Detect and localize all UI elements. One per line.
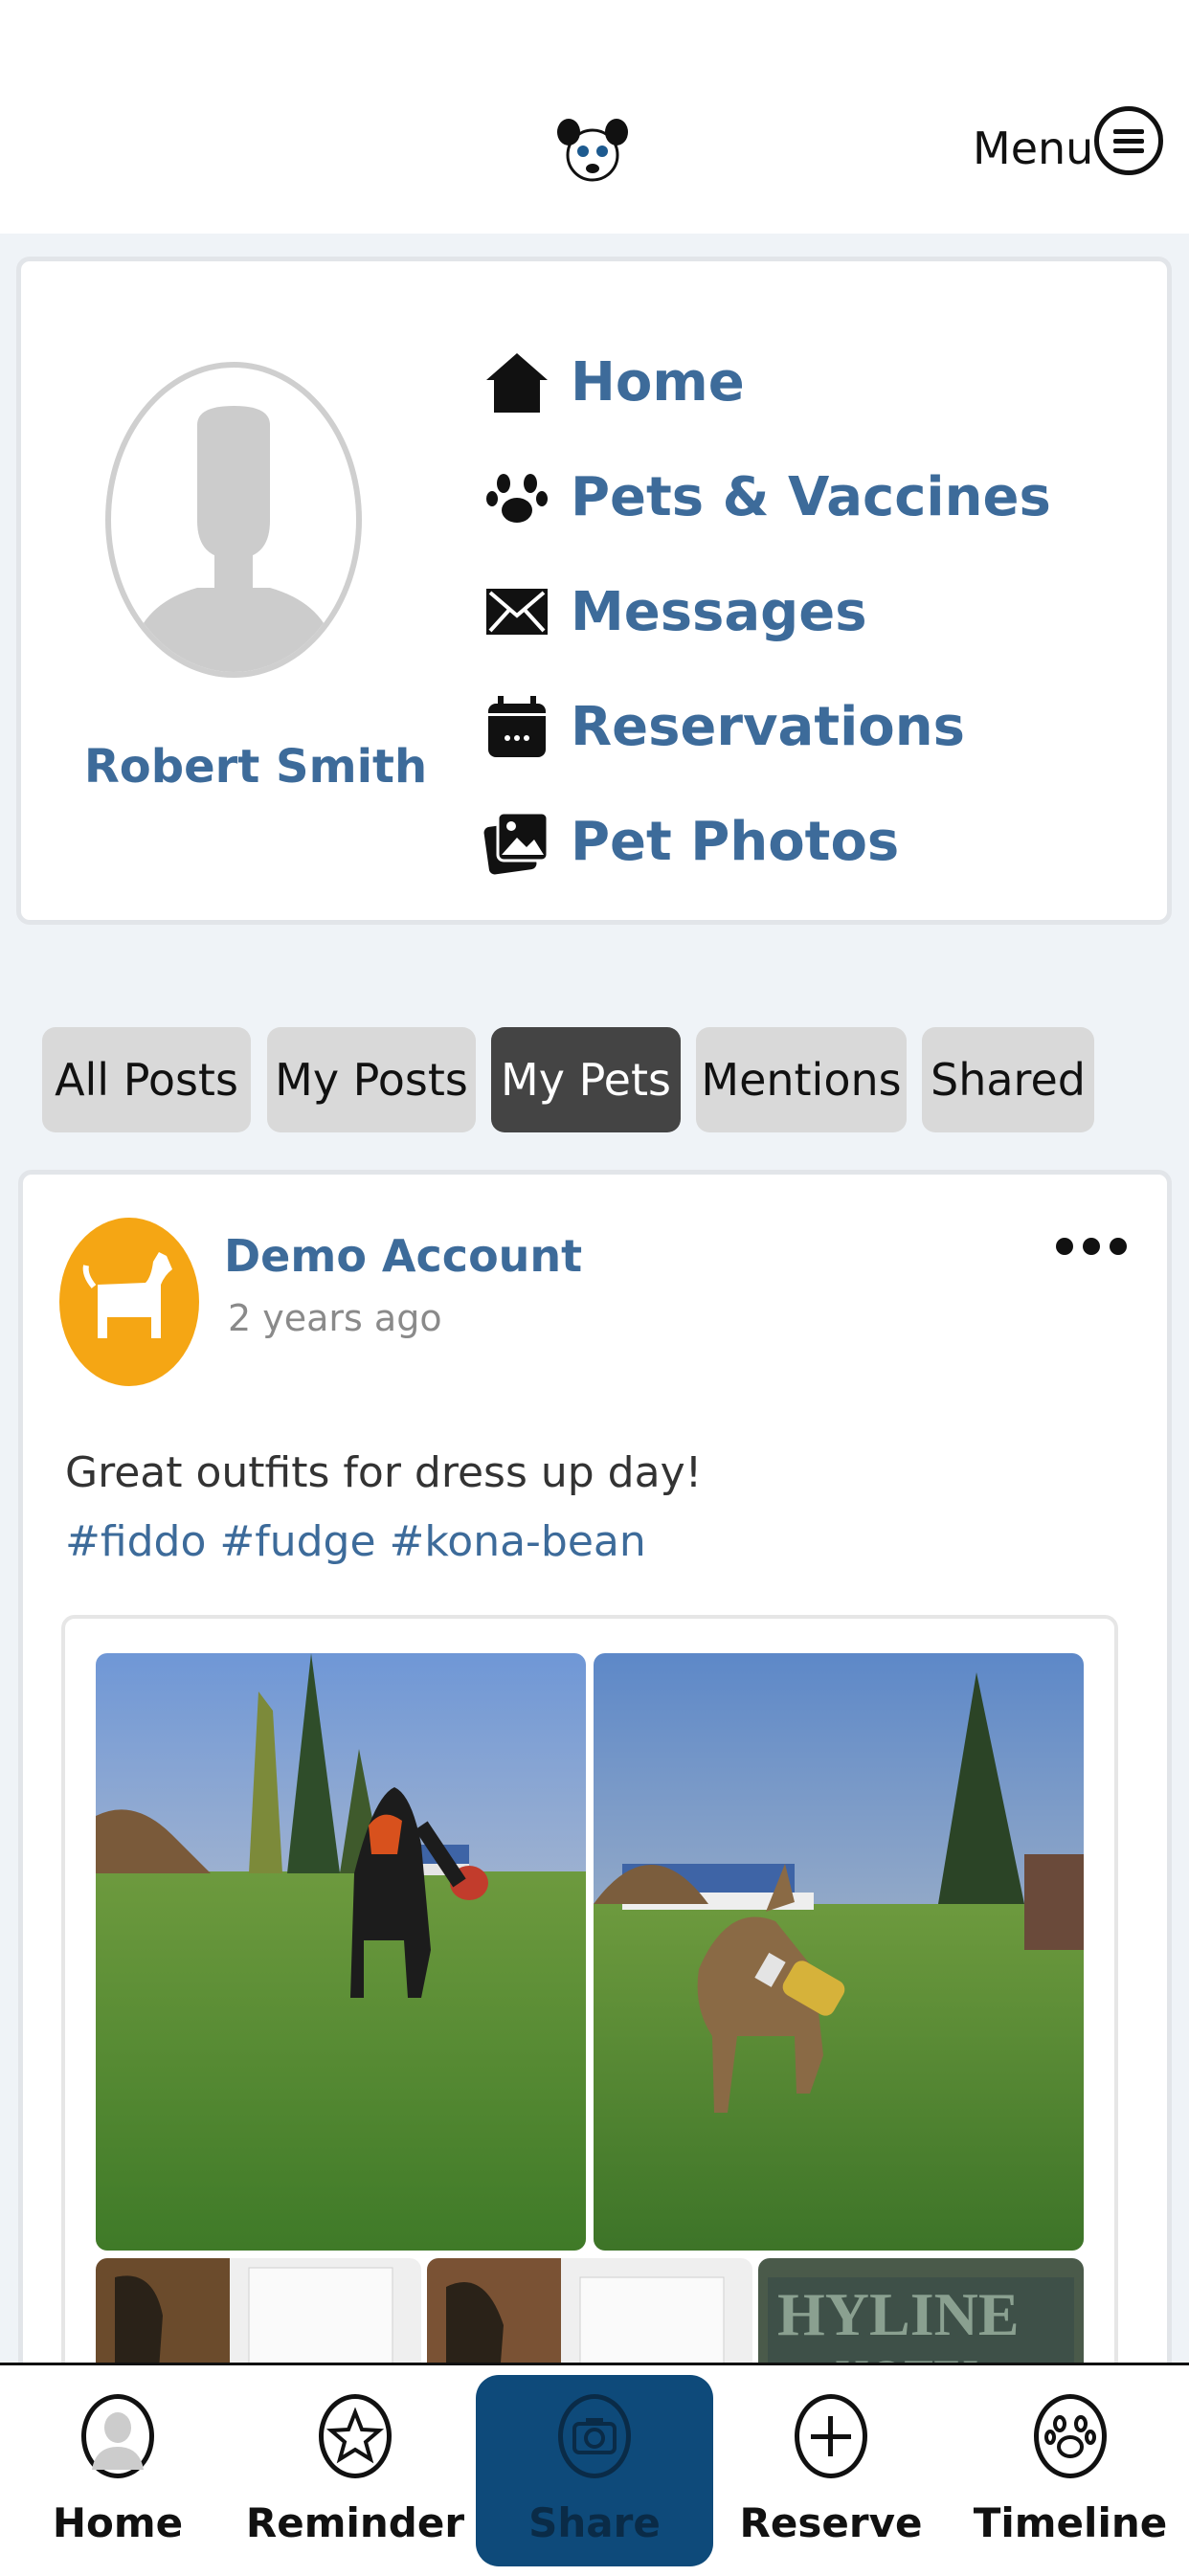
house-icon <box>486 353 548 413</box>
post-card: Demo Account 2 years ago Great outfits f… <box>18 1170 1172 2419</box>
camera-icon <box>558 2394 631 2478</box>
tab-my-pets[interactable]: My Pets <box>491 1027 681 1132</box>
user-name[interactable]: Robert Smith <box>59 740 452 794</box>
nav-item-reservations[interactable]: Reservations <box>463 675 1133 771</box>
bottom-nav-label: Timeline <box>973 2499 1168 2546</box>
user-icon <box>81 2394 154 2478</box>
bottom-nav-reminder[interactable]: Reminder <box>245 2365 465 2576</box>
nav-label: Pets & Vaccines <box>571 466 1051 528</box>
nav-item-home[interactable]: Home <box>463 330 1133 426</box>
bottom-nav-share[interactable]: Share <box>476 2375 713 2566</box>
bottom-nav-label: Share <box>528 2499 661 2546</box>
user-silhouette-icon <box>130 406 337 672</box>
post-author-avatar[interactable] <box>59 1218 199 1386</box>
tab-shared[interactable]: Shared <box>922 1027 1094 1132</box>
tab-my-posts[interactable]: My Posts <box>267 1027 476 1132</box>
bottom-nav-label: Reserve <box>739 2499 923 2546</box>
menu-label[interactable]: Menu <box>973 123 1093 174</box>
profile-card: Robert Smith Home Pets & Vaccines Messag… <box>16 257 1172 925</box>
nav-label: Messages <box>571 581 867 643</box>
star-icon <box>319 2394 392 2478</box>
dog-logo-icon[interactable] <box>553 113 632 191</box>
bottom-nav-home[interactable]: Home <box>8 2365 228 2576</box>
nav-label: Pet Photos <box>571 811 900 873</box>
profile-avatar[interactable] <box>105 362 362 678</box>
dog-icon <box>82 1252 172 1338</box>
share-item: Share <box>484 2365 705 2576</box>
plus-icon <box>795 2394 867 2478</box>
post-timestamp: 2 years ago <box>228 1297 442 1339</box>
tab-mentions[interactable]: Mentions <box>696 1027 907 1132</box>
nav-item-messages[interactable]: Messages <box>463 560 1133 656</box>
calendar-icon <box>488 696 546 757</box>
menu-button[interactable] <box>1094 106 1163 175</box>
photos-icon <box>483 811 550 875</box>
post-text: Great outfits for dress up day! <box>65 1448 703 1497</box>
dog-toy-photo <box>594 1653 1084 2251</box>
nav-item-pet-photos[interactable]: Pet Photos <box>463 790 1133 885</box>
bottom-nav-timeline[interactable]: Timeline <box>960 2365 1180 2576</box>
gallery-photo[interactable] <box>594 1653 1084 2251</box>
photo-gallery: HYLINE HOTEL <box>61 1615 1118 2419</box>
gallery-photo[interactable] <box>96 1653 586 2251</box>
top-bar: Menu <box>0 0 1189 234</box>
bottom-navigation: Home Reminder Share Reserve Timeline <box>0 2363 1189 2576</box>
nav-label: Reservations <box>571 696 965 758</box>
hamburger-icon <box>1113 129 1144 153</box>
more-options-icon[interactable] <box>1055 1232 1128 1261</box>
bottom-nav-label: Reminder <box>245 2499 465 2546</box>
envelope-icon <box>486 589 548 635</box>
nav-item-pets-vaccines[interactable]: Pets & Vaccines <box>463 445 1133 541</box>
post-author-name[interactable]: Demo Account <box>224 1230 582 1282</box>
bottom-nav-reserve[interactable]: Reserve <box>721 2365 941 2576</box>
post-hashtags[interactable]: #fiddo #fudge #kona-bean <box>65 1517 646 1566</box>
dog-field-photo <box>96 1653 586 2251</box>
tab-all-posts[interactable]: All Posts <box>42 1027 251 1132</box>
paw-icon <box>1034 2394 1107 2478</box>
paw-icon <box>486 474 548 523</box>
svg-text:HYLINE: HYLINE <box>777 2280 1020 2348</box>
bottom-nav-label: Home <box>52 2499 184 2546</box>
nav-label: Home <box>571 351 745 414</box>
